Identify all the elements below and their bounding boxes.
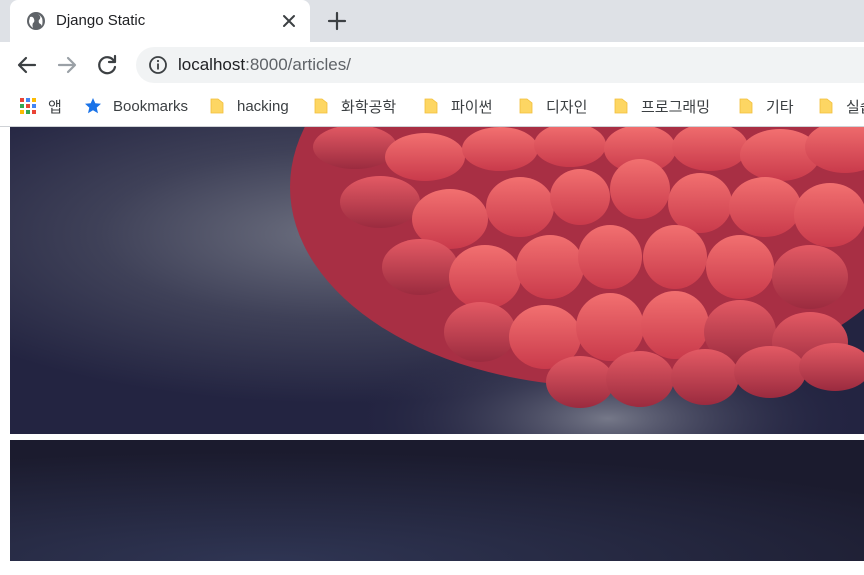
bookmark-folder-chem-eng[interactable]: 화학공학	[312, 88, 396, 124]
bookmark-label: 파이썬	[451, 98, 493, 116]
bookmark-folder-programming[interactable]: 프로그래밍	[612, 88, 710, 124]
folder-icon	[424, 98, 438, 114]
star-icon	[85, 98, 101, 114]
bookmark-label: Bookmarks	[113, 97, 189, 115]
dark-background-image	[10, 440, 864, 561]
bookmark-label: 화학공학	[341, 98, 397, 116]
info-icon[interactable]	[148, 55, 168, 75]
apps-grid-icon	[20, 98, 36, 114]
dark-photo	[10, 440, 864, 561]
bookmark-folder-design[interactable]: 디자인	[517, 88, 587, 124]
folder-icon	[614, 98, 628, 114]
bookmark-folder-practice[interactable]: 실습	[817, 88, 864, 124]
bookmark-label: 디자인	[546, 98, 588, 116]
url-path: :8000/articles/	[245, 55, 351, 74]
bookmark-apps[interactable]: 앱	[19, 88, 62, 124]
plus-icon[interactable]	[324, 8, 350, 34]
reload-icon[interactable]	[93, 51, 121, 79]
folder-icon	[519, 98, 533, 114]
dahlia-image	[10, 127, 864, 434]
folder-icon	[739, 98, 753, 114]
tab-strip: Django Static	[0, 0, 864, 42]
bookmark-label: hacking	[237, 97, 289, 115]
address-bar[interactable]: localhost:8000/articles/	[136, 47, 864, 83]
dahlia-photo	[10, 127, 864, 434]
folder-icon	[314, 98, 328, 114]
bookmark-bookmarks[interactable]: Bookmarks	[84, 88, 188, 124]
bookmark-label: 기타	[766, 98, 794, 116]
bookmark-folder-hacking[interactable]: hacking	[208, 88, 289, 124]
globe-icon	[27, 12, 45, 30]
page-content	[0, 127, 864, 575]
browser-toolbar: localhost:8000/articles/	[0, 42, 864, 88]
bookmark-folder-python[interactable]: 파이썬	[422, 88, 492, 124]
tab-title: Django Static	[56, 12, 146, 29]
close-icon[interactable]	[278, 10, 300, 32]
url-text[interactable]: localhost:8000/articles/	[178, 55, 351, 75]
folder-icon	[819, 98, 833, 114]
bookmark-label: 앱	[48, 98, 62, 116]
arrow-right-icon[interactable]	[53, 51, 81, 79]
folder-icon	[210, 98, 224, 114]
bookmark-label: 프로그래밍	[641, 98, 711, 116]
tab-django-static[interactable]: Django Static	[10, 0, 310, 42]
bookmark-folder-etc[interactable]: 기타	[737, 88, 794, 124]
url-host: localhost	[178, 55, 246, 74]
bookmarks-bar: 앱 Bookmarks hacking 화학공학 파이썬 디자인 프로그래밍 기…	[0, 88, 864, 127]
bookmark-label: 실습	[846, 98, 864, 116]
arrow-left-icon[interactable]	[13, 51, 41, 79]
